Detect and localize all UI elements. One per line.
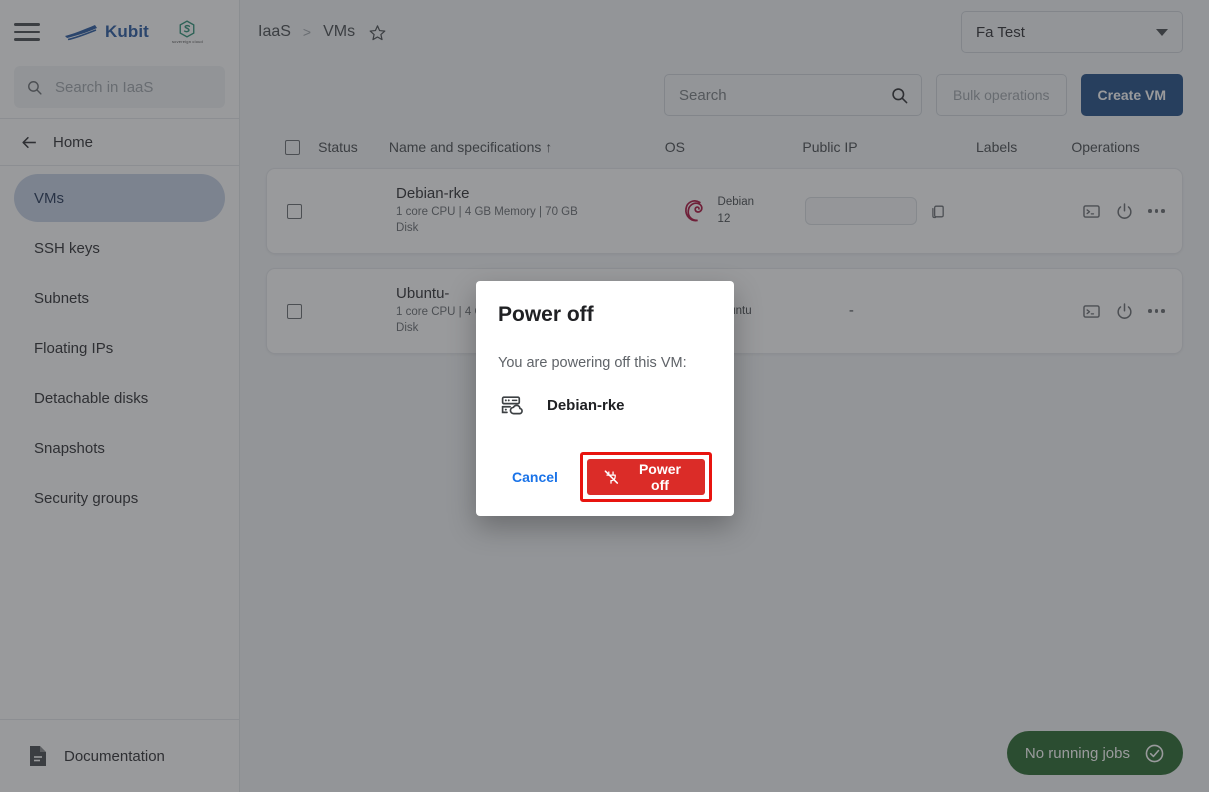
dialog-actions: Cancel Power off xyxy=(498,452,712,502)
confirm-power-off-label: Power off xyxy=(638,461,681,493)
dialog-vm-row: Debian-rke xyxy=(498,393,712,418)
dialog-title: Power off xyxy=(498,303,594,326)
confirm-highlight-annotation: Power off xyxy=(579,452,712,502)
cancel-button[interactable]: Cancel xyxy=(498,461,572,493)
dialog-vm-name: Debian-rke xyxy=(547,397,625,414)
app-root: Kubit sovereign cloud xyxy=(0,0,1209,792)
server-cloud-icon xyxy=(500,393,525,418)
dialog-message: You are powering off this VM: xyxy=(498,355,687,371)
power-off-dialog: Power off You are powering off this VM: … xyxy=(476,281,734,516)
power-plug-off-icon xyxy=(603,469,620,486)
confirm-power-off-button[interactable]: Power off xyxy=(586,459,705,495)
